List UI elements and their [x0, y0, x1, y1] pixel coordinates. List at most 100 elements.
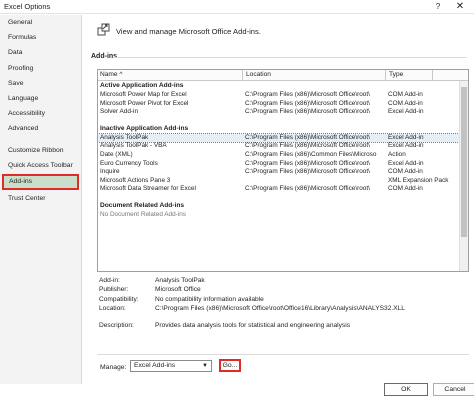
manage-select[interactable]: Excel Add-ins ▼ — [130, 360, 212, 372]
sidebar-item-save[interactable]: Save — [0, 76, 81, 91]
cell-location: C:\Program Files (x86)\Common Files\Micr… — [245, 150, 377, 158]
cell-name: Inquire — [100, 168, 120, 176]
detail-value: C:\Program Files (x86)\Microsoft Office\… — [155, 305, 405, 313]
cell-name: Solver Add-in — [100, 108, 139, 116]
column-divider[interactable] — [242, 70, 243, 81]
table-row[interactable]: Solver Add-in C:\Program Files (x86)\Mic… — [98, 108, 459, 117]
detail-label: Description: — [99, 321, 134, 329]
cell-name: Microsoft Power Map for Excel — [100, 91, 187, 98]
manage-label: Manage: — [100, 364, 127, 371]
cell-type: Excel Add-in — [388, 159, 424, 167]
detail-label: Location: — [99, 305, 126, 313]
scrollbar-thumb[interactable] — [461, 87, 467, 237]
sidebar-item-customize-ribbon[interactable]: Customize Ribbon — [0, 143, 81, 158]
column-divider[interactable] — [432, 70, 433, 81]
detail-description: Description: Provides data analysis tool… — [97, 322, 469, 331]
sidebar-item-accessibility[interactable]: Accessibility — [0, 106, 81, 121]
section-divider — [113, 57, 467, 58]
sidebar-item-language[interactable]: Language — [0, 91, 81, 106]
detail-publisher: Publisher: Microsoft Office — [97, 286, 469, 295]
sidebar-item-add-ins[interactable]: Add-ins — [2, 173, 79, 190]
cell-type: COM Add-in — [388, 185, 423, 193]
detail-location: Location: C:\Program Files (x86)\Microso… — [97, 305, 469, 314]
table-row: No Document Related Add-ins — [98, 211, 459, 220]
cell-location: C:\Program Files (x86)\Microsoft Office\… — [245, 185, 370, 193]
add-ins-icon — [96, 23, 110, 37]
row-spacer — [98, 117, 459, 125]
cell-location: C:\Program Files (x86)\Microsoft Office\… — [245, 159, 370, 167]
group-header-document: Document Related Add-ins — [98, 202, 459, 211]
table-row-selected[interactable]: Analysis ToolPak C:\Program Files (x86)\… — [98, 132, 460, 144]
detail-value: Microsoft Office — [155, 286, 201, 294]
column-header-location[interactable]: Location — [246, 71, 271, 78]
table-row[interactable]: Microsoft Actions Pane 3 XML Expansion P… — [98, 177, 459, 186]
column-header-type[interactable]: Type — [389, 71, 403, 78]
page-heading: View and manage Microsoft Office Add-ins… — [116, 27, 261, 36]
detail-label: Compatibility: — [99, 295, 139, 303]
detail-value: No compatibility information available — [155, 295, 264, 303]
cell-name: Microsoft Power Pivot for Excel — [100, 99, 189, 107]
close-button[interactable]: ✕ — [452, 0, 468, 14]
cell-type: COM Add-in — [388, 91, 423, 98]
sidebar-item-quick-access-toolbar[interactable]: Quick Access Toolbar — [0, 158, 81, 173]
table-row[interactable]: Microsoft Data Streamer for Excel C:\Pro… — [98, 185, 459, 194]
cell-name: Date (XML) — [100, 150, 133, 158]
table-body: Active Application Add-ins Microsoft Pow… — [98, 82, 460, 220]
cell-location: C:\Program Files (x86)\Microsoft Office\… — [245, 168, 370, 176]
sidebar-item-data[interactable]: Data — [0, 45, 81, 60]
table-row[interactable]: Date (XML) C:\Program Files (x86)\Common… — [98, 151, 459, 160]
cell-location: C:\Program Files (x86)\Microsoft Office\… — [245, 108, 370, 116]
title-bar: Excel Options ? ✕ — [0, 0, 474, 14]
cell-name: Analysis ToolPak - VBA — [100, 142, 167, 150]
table-row[interactable]: Analysis ToolPak - VBA C:\Program Files … — [98, 142, 459, 151]
detail-value: Analysis ToolPak — [155, 277, 205, 284]
sidebar-item-trust-center[interactable]: Trust Center — [0, 191, 81, 206]
column-divider[interactable] — [385, 70, 386, 81]
cell-location: C:\Program Files (x86)\Microsoft Office\… — [245, 133, 370, 141]
add-in-details: Add-in: Analysis ToolPak Publisher: Micr… — [97, 277, 469, 331]
vertical-scrollbar[interactable] — [459, 81, 468, 271]
cell-type: XML Expansion Pack — [388, 176, 449, 184]
cell-type: Excel Add-in — [388, 133, 424, 141]
cell-type: Excel Add-in — [388, 108, 424, 116]
group-header-inactive: Inactive Application Add-ins — [98, 125, 459, 134]
table-row[interactable]: Microsoft Power Map for Excel C:\Program… — [98, 91, 459, 100]
table-row[interactable]: Microsoft Power Pivot for Excel C:\Progr… — [98, 100, 459, 109]
cell-name: Microsoft Actions Pane 3 — [100, 176, 171, 184]
sidebar-item-formulas[interactable]: Formulas — [0, 30, 81, 45]
window-title: Excel Options — [4, 2, 51, 11]
cell-location: C:\Program Files (x86)\Microsoft Office\… — [245, 142, 370, 150]
group-title: Document Related Add-ins — [100, 201, 185, 209]
detail-label: Add-in: — [99, 277, 120, 284]
sidebar-item-proofing[interactable]: Proofing — [0, 61, 81, 76]
cell-name: Euro Currency Tools — [100, 159, 158, 167]
row-spacer — [98, 194, 459, 202]
go-button[interactable]: Go... — [219, 359, 241, 372]
sidebar-item-general[interactable]: General — [0, 15, 81, 30]
detail-compatibility: Compatibility: No compatibility informat… — [97, 296, 469, 305]
table-row[interactable]: Inquire C:\Program Files (x86)\Microsoft… — [98, 168, 459, 177]
ok-button[interactable]: OK — [384, 383, 428, 396]
sidebar: General Formulas Data Proofing Save Lang… — [0, 15, 82, 384]
detail-addin: Add-in: Analysis ToolPak — [97, 277, 469, 286]
manage-select-value: Excel Add-ins — [134, 362, 176, 369]
sidebar-item-advanced[interactable]: Advanced — [0, 121, 81, 136]
cell-type: COM Add-in — [388, 99, 423, 107]
chevron-down-icon: ▼ — [202, 363, 208, 369]
cell-location: C:\Program Files (x86)\Microsoft Office\… — [245, 99, 370, 107]
group-title: Inactive Application Add-ins — [100, 124, 189, 132]
divider — [97, 354, 469, 355]
group-header-active: Active Application Add-ins — [98, 82, 459, 91]
table-row[interactable]: Euro Currency Tools C:\Program Files (x8… — [98, 160, 459, 169]
detail-label: Publisher: — [99, 286, 129, 294]
cell-name: No Document Related Add-ins — [100, 210, 186, 218]
cell-location: C:\Program Files (x86)\Microsoft Office\… — [245, 91, 370, 98]
group-title: Active Application Add-ins — [100, 82, 184, 89]
add-ins-table: Name ^ Location Type Active Application … — [97, 69, 469, 272]
cell-name: Analysis ToolPak — [100, 133, 149, 141]
help-button[interactable]: ? — [430, 0, 446, 14]
cell-type: Excel Add-in — [388, 142, 424, 150]
column-header-name[interactable]: Name ^ — [100, 71, 123, 78]
cancel-button[interactable]: Cancel — [433, 383, 474, 396]
detail-value: Provides data analysis tools for statist… — [155, 321, 350, 329]
